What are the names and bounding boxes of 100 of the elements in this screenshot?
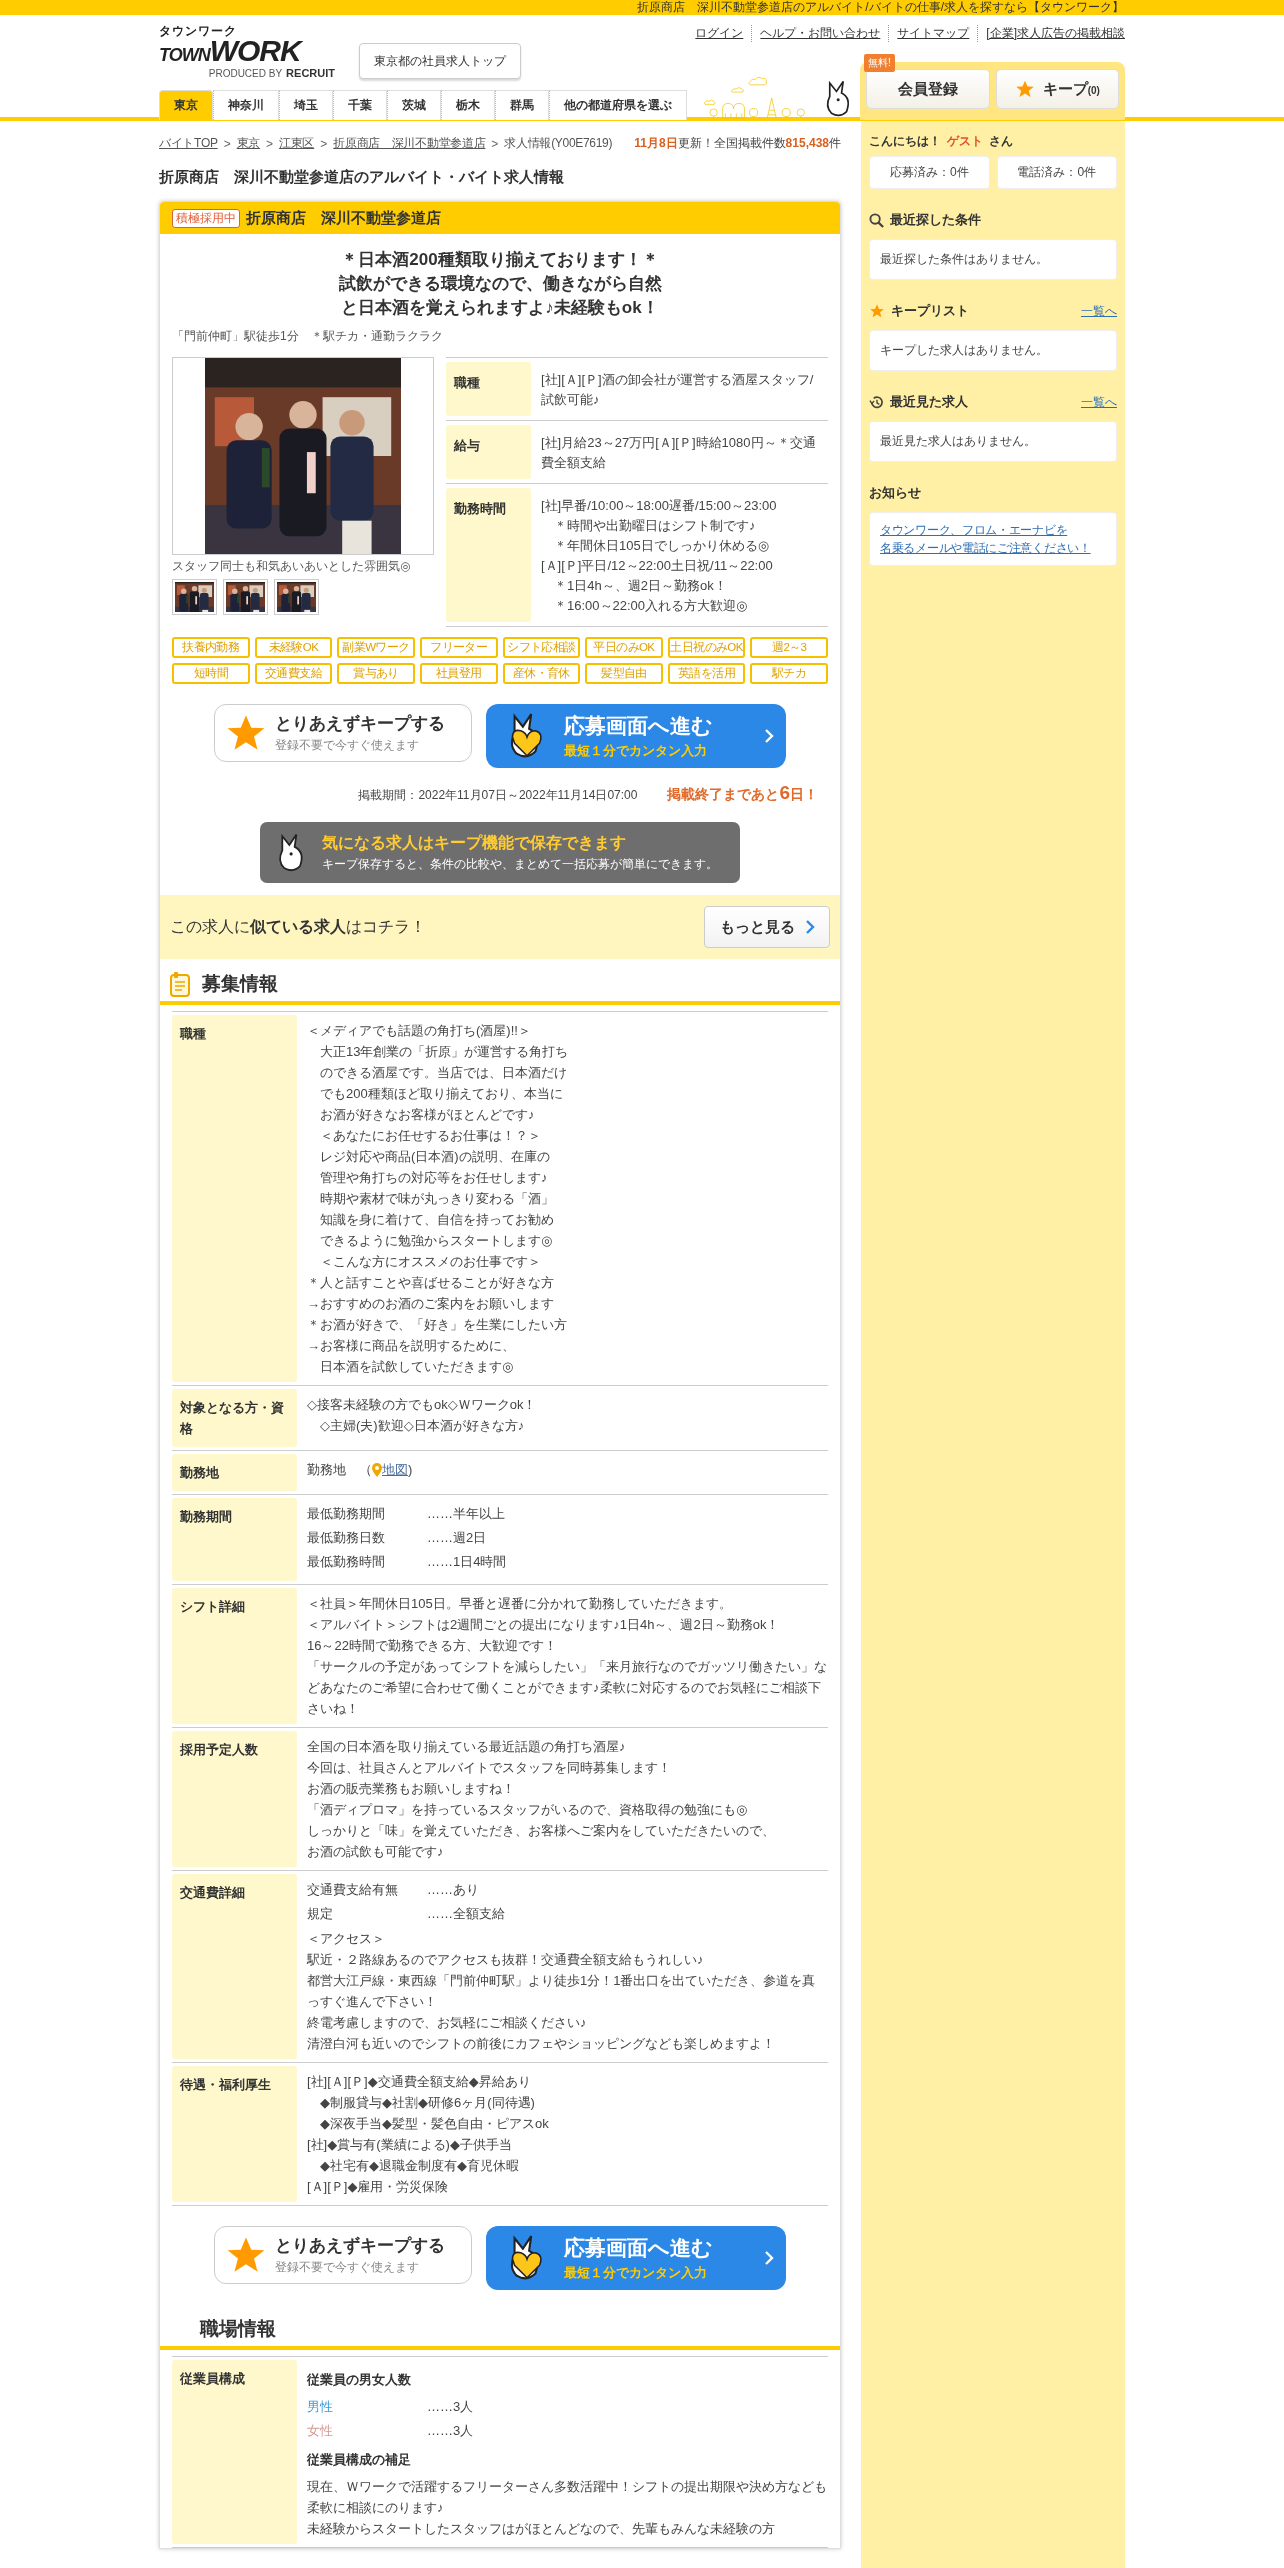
thumbnail[interactable]	[274, 579, 319, 615]
field-value: ……半年以上	[427, 1505, 505, 1523]
prefecture-tab[interactable]: 埼玉	[279, 90, 333, 120]
keep-button[interactable]: とりあえずキープする 登録不要で今すぐ使えます	[214, 704, 472, 762]
text-line: ◇主婦(夫)歓迎◇日本酒が好きな方♪	[319, 1417, 526, 1435]
thumbnail[interactable]	[172, 579, 217, 615]
section-title: 募集情報	[202, 972, 278, 996]
text-line: ＊人と話すことや喜ばせることが好きな方	[307, 1274, 555, 1292]
breadcrumb-separator: >	[266, 136, 274, 151]
text-line: ◆社宅有◆退職金制度有◆育児休暇	[319, 2157, 520, 2175]
header-link[interactable]: [企業]求人広告の掲載相談	[977, 25, 1125, 42]
field-label: 最低勤務日数	[307, 1529, 386, 1547]
free-badge: 無料!	[864, 54, 895, 72]
text-line: [社]◆賞与有(業績による)◆子供手当	[307, 2136, 513, 2154]
field-value: ……1日4時間	[427, 1553, 507, 1571]
prefecture-tab[interactable]: 他の都道府県を選ぶ	[549, 90, 687, 120]
text-line: [社]早番/10:00～18:00遅番/15:00～23:00	[541, 497, 778, 515]
prefecture-tab[interactable]: 東京	[159, 90, 213, 120]
row-label: 勤務時間	[446, 488, 531, 622]
field-label: 女性	[307, 2422, 334, 2440]
text-line: 未経験からスタートしたスタッフはがほとんどなので、先輩もみんな未経験の方	[307, 2520, 776, 2538]
text-line: 清澄白河も近いのでシフトの前後にカフェやショッピングなども楽しめますよ！	[307, 2035, 776, 2053]
text-line: レジ対応や商品(日本酒)の説明、在庫の	[319, 1148, 551, 1166]
text-line: [社][Ａ][Ｐ]◆交通費全額支給◆昇給あり	[307, 2073, 532, 2091]
header-link[interactable]: ヘルプ・お問い合わせ	[751, 25, 889, 42]
list-link[interactable]: 一覧へ	[1081, 393, 1117, 411]
thumbnail[interactable]	[223, 579, 268, 615]
list-link[interactable]: 一覧へ	[1081, 302, 1117, 320]
chevron-right-icon	[764, 2251, 774, 2265]
header-link[interactable]: ログイン	[687, 25, 752, 42]
text-line: 「サークルの予定があってシフトを減らしたい」「来月旅行なのでガッツリ働きたい」などあなたのご希望に合わせて働くことができます♪柔軟に対応するのでお気軽にご相談下さいね！	[307, 1658, 828, 1718]
text-line: ＜アルバイト＞シフトは2週間ごとの提出になります♪1日4h～、週2日～勤務ok！	[307, 1616, 781, 1634]
text-line: 全国の日本酒を取り揃えている最近話題の角打ち酒屋♪	[307, 1738, 627, 1756]
text-line: ＊1日4h～、週2日～勤務ok！	[553, 577, 728, 595]
text-line: 16～22時間で勤務できる方、大歓迎です！	[307, 1637, 558, 1655]
apply-button[interactable]: 応募画面へ進む 最短１分でカンタン入力	[486, 704, 786, 768]
text-line: 知識を身に着けて、自信を持ってお勧め	[319, 1211, 555, 1229]
prefecture-tab[interactable]: 茨城	[387, 90, 441, 120]
text-line: ＜こんな方にオススメのお仕事です＞	[319, 1253, 542, 1271]
notepad-icon	[170, 971, 190, 997]
field-label: 規定	[307, 1905, 334, 1923]
panel-title: キープリスト	[891, 302, 970, 320]
register-button[interactable]: 会員登録	[866, 69, 990, 109]
keep-list-button[interactable]: キープ(0)	[995, 69, 1119, 109]
catchphrase: ＊日本酒200種類取り揃えております！＊ 試飲ができる環境なので、働きながら自然 と日本酒を覚えられますよ♪未経験もok！	[337, 249, 663, 319]
map-link[interactable]: 地図	[382, 1459, 408, 1480]
row-label: 職種	[446, 362, 531, 416]
panel-title: お知らせ	[869, 484, 922, 502]
prefecture-tab[interactable]: 栃木	[441, 90, 495, 120]
field-label: 男性	[307, 2398, 334, 2416]
text-line: [社]月給23～27万円[Ａ][Ｐ]時給1080円～＊交通費全額支給	[541, 434, 817, 472]
header-link[interactable]: サイトマップ	[888, 25, 978, 42]
text-line: 今回は、社員さんとアルバイトでスタッフを同時募集します！	[307, 1759, 672, 1777]
photo-caption: スタッフ同士も和気あいあいとした雰囲気◎	[172, 558, 412, 575]
chevron-right-icon	[764, 729, 774, 743]
text-line: 終電考慮しますので、お気軽にご相談ください♪	[307, 2014, 588, 2032]
breadcrumb-link[interactable]: 江東区	[279, 135, 315, 152]
breadcrumb-link[interactable]: バイトTOP	[159, 135, 218, 152]
breadcrumb-link[interactable]: 東京	[236, 135, 261, 152]
user-name: ゲスト	[947, 133, 983, 150]
text-line: ◇接客未経験の方でもok◇Ｗワークok！	[307, 1396, 538, 1414]
text-line: ＊年間休日105日でしっかり休める◎	[553, 537, 771, 555]
star-icon	[1014, 79, 1035, 99]
apply-button[interactable]: 応募画面へ進む 最短１分でカンタン入力	[486, 2226, 786, 2290]
keep-button[interactable]: とりあえずキープする 登録不要で今すぐ使えます	[214, 2226, 472, 2284]
text-line: のできる酒屋です。当店では、日本酒だけ	[319, 1064, 568, 1082]
row-label: 従業員構成	[172, 2360, 297, 2544]
keep-banner[interactable]: 気になる求人はキープ機能で保存できます キープ保存すると、条件の比較や、まとめて一括応募が簡単にできます。	[260, 822, 740, 883]
map-pin-icon	[372, 1462, 382, 1477]
site-logo[interactable]: タウンワーク TOWNWORK PRODUCED BY RECRUIT	[159, 25, 335, 79]
status-counter[interactable]: 応募済み：0件	[869, 156, 990, 189]
employee-jobs-button[interactable]: 東京都の社員求人トップ	[359, 43, 521, 79]
banner-title: 気になる求人はキープ機能で保存できます	[322, 832, 627, 854]
subheading: 従業員構成の補足	[307, 2451, 412, 2469]
text-line: 管理や角打ちの対応等をお任せします♪	[319, 1169, 549, 1187]
row-label: 対象となる方・資格	[172, 1389, 297, 1447]
store-name: 折原商店 深川不動堂参道店	[246, 208, 441, 228]
update-info: 11月8日更新！全国掲載件数815,438件	[634, 135, 841, 152]
text-line: お酒が好きなお客様がほとんどです♪	[319, 1106, 536, 1124]
status-counter[interactable]: 電話済み：0件	[996, 156, 1117, 189]
text-line: 現在、Ｗワークで活躍するフリーターさん多数活躍中！シフトの提出期限や決め方なども柔軟に相談にのります♪	[307, 2478, 828, 2517]
similar-jobs-text: この求人に似ている求人はコチラ！	[170, 916, 426, 937]
breadcrumb-link[interactable]: 折原商店 深川不動堂参道店	[333, 135, 486, 152]
prefecture-tab[interactable]: 千葉	[333, 90, 387, 120]
row-label: 給与	[446, 425, 531, 479]
text-line: ＜メディアでも話題の角打ち(酒屋)!!＞	[307, 1022, 532, 1040]
breadcrumb-separator: >	[320, 136, 328, 151]
field-value: ……3人	[427, 2398, 474, 2416]
panel-title: 最近見た求人	[890, 393, 969, 411]
text-line: 日本酒を試飲していただきます◎	[319, 1358, 515, 1376]
prefecture-tab[interactable]: 神奈川	[213, 90, 279, 120]
see-more-button[interactable]: もっと見る	[704, 906, 830, 948]
field-label: 交通費支給有無	[307, 1881, 399, 1899]
hiring-badge: 積極採用中	[172, 208, 240, 228]
prefecture-tab[interactable]: 群馬	[495, 90, 549, 120]
field-value: ……週2日	[427, 1529, 487, 1547]
page-title: 折原商店 深川不動堂参道店のアルバイト・バイト求人情報	[159, 168, 565, 187]
breadcrumb-separator: >	[491, 136, 499, 151]
text-line: ＊お酒が好きで、「好き」を生業にしたい方	[307, 1316, 568, 1334]
text-line: できるように勉強からスタートします◎	[319, 1232, 554, 1250]
